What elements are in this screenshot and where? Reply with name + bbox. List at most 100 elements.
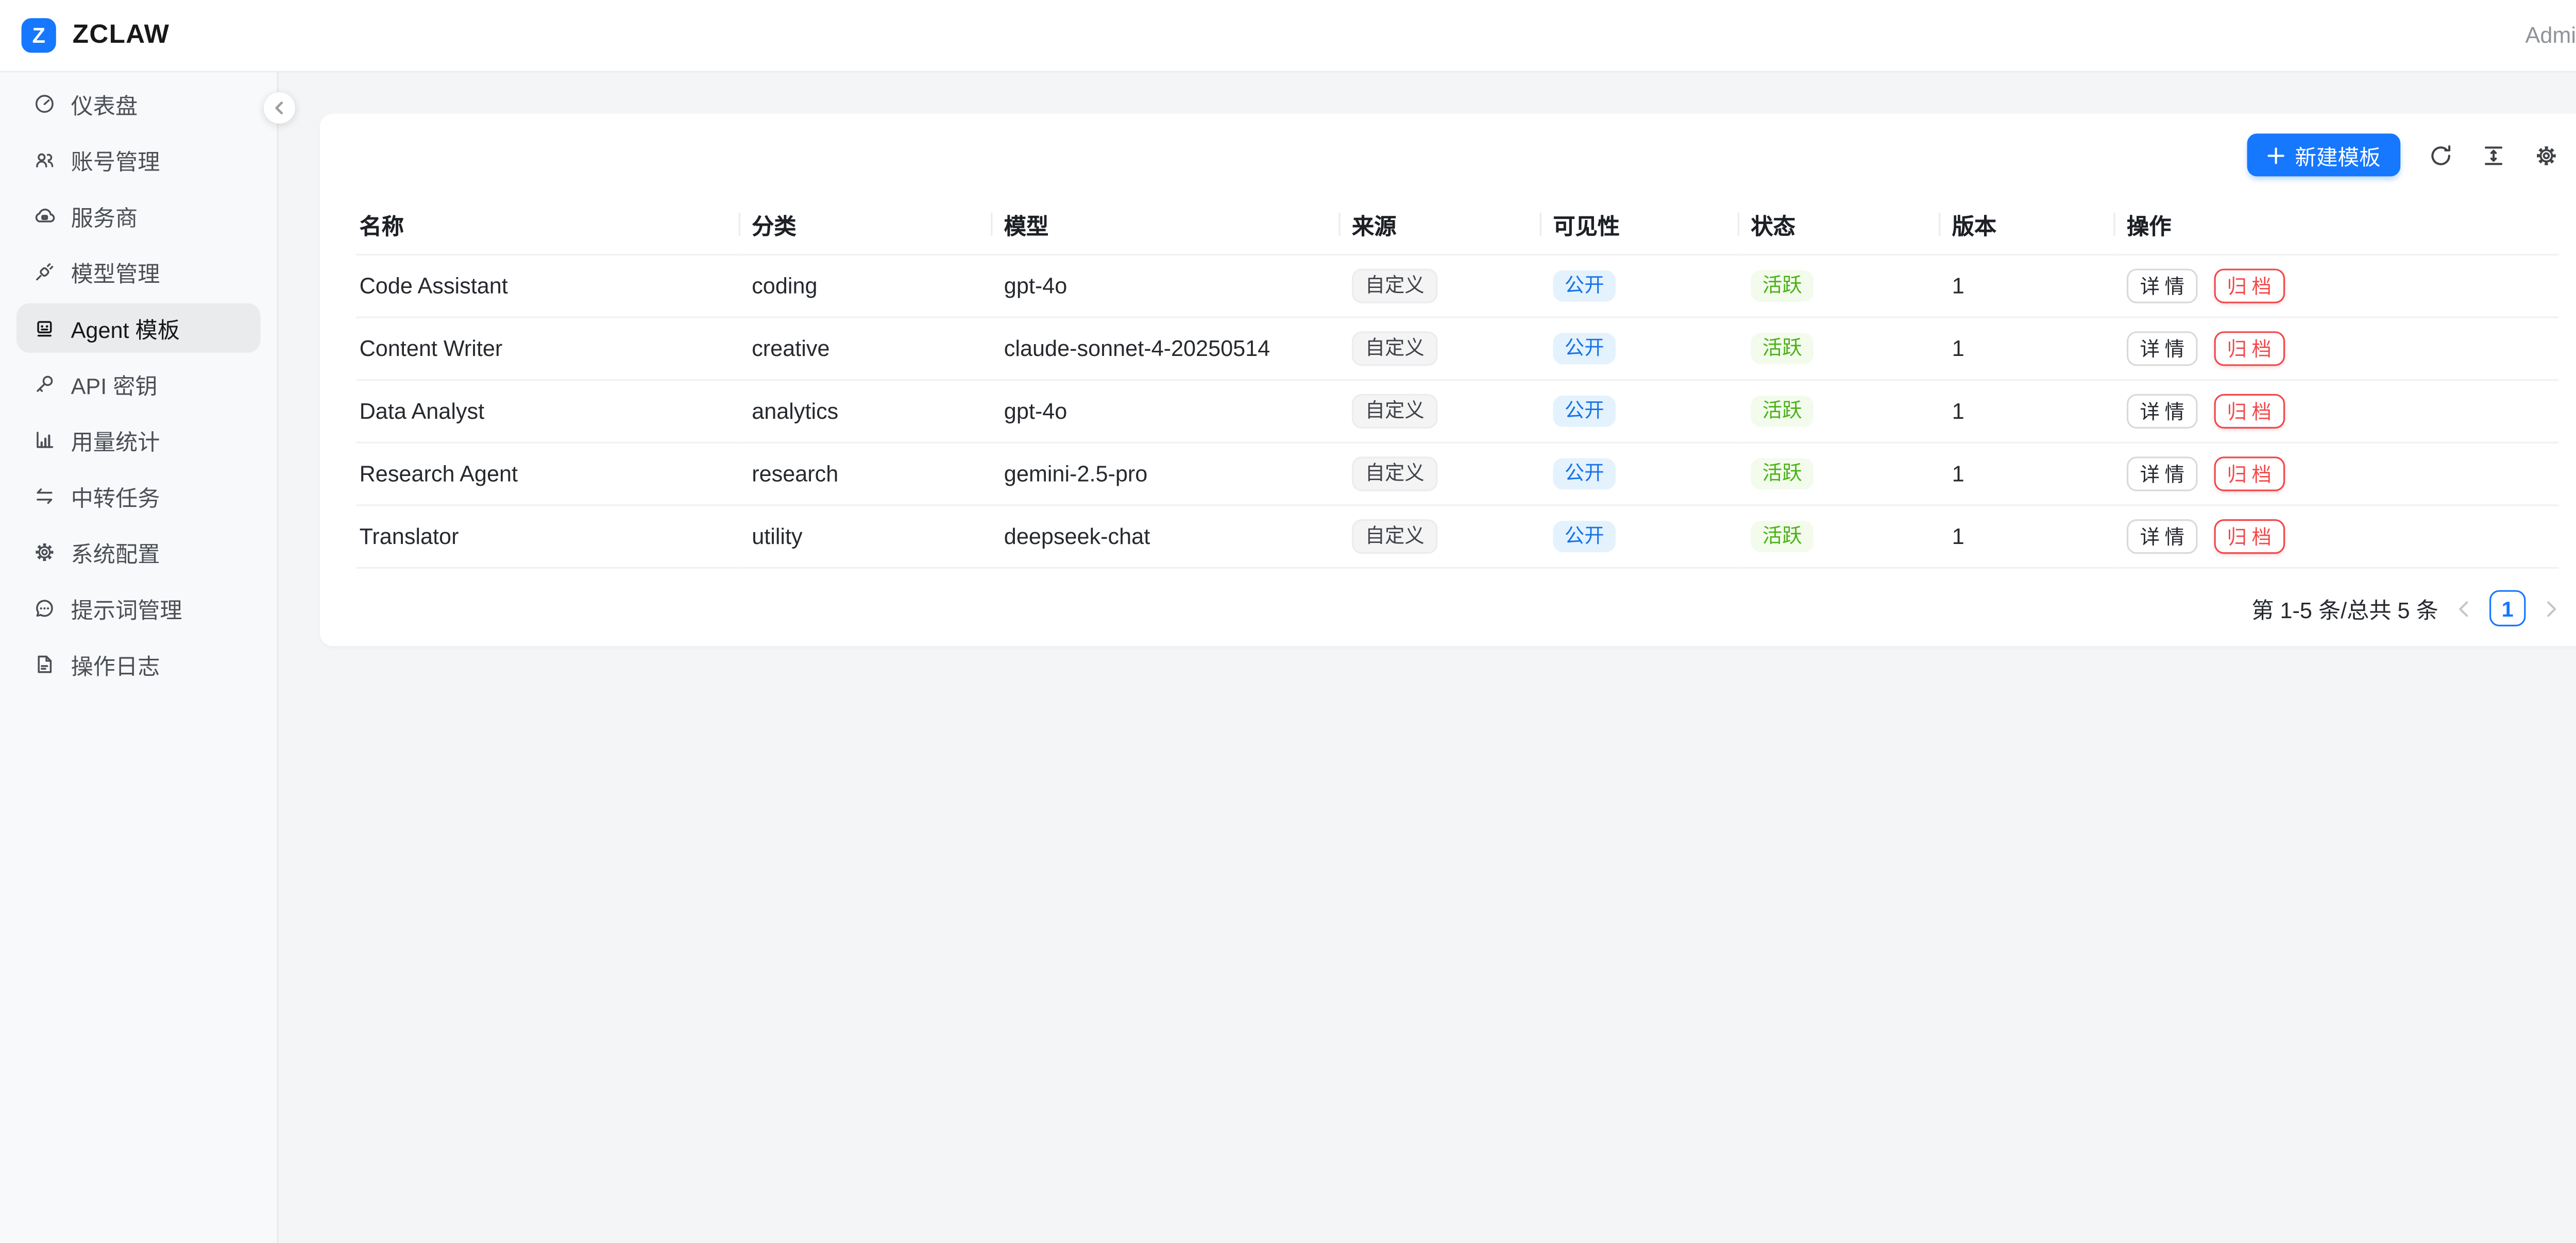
body: 仪表盘 账号管理 服务商 模型管理 Agent 模板 API 密钥	[0, 73, 2576, 1243]
sidebar-item-label: 中转任务	[71, 480, 160, 513]
settings-gear-icon[interactable]	[2534, 143, 2558, 167]
cell-version: 1	[1939, 442, 2113, 505]
status-badge: 活跃	[1751, 333, 1814, 364]
column-header-visibility: 可见性	[1540, 195, 1738, 255]
pagination-summary: 第 1-5 条/总共 5 条	[2251, 592, 2438, 625]
details-button[interactable]: 详情	[2127, 331, 2198, 366]
cell-model: gpt-4o	[991, 254, 1338, 317]
table-row: Content Writer creative claude-sonnet-4-…	[356, 317, 2558, 380]
plus-icon	[2267, 146, 2285, 164]
column-header-status: 状态	[1738, 195, 1939, 255]
column-header-source: 来源	[1338, 195, 1539, 255]
table-row: Data Analyst analytics gpt-4o 自定义 公开 活跃 …	[356, 380, 2558, 443]
dashboard-gauge-icon	[33, 92, 56, 115]
cell-model: gemini-2.5-pro	[991, 442, 1338, 505]
pagination-prev-icon[interactable]	[2456, 599, 2471, 617]
sidebar-nav: 仪表盘 账号管理 服务商 模型管理 Agent 模板 API 密钥	[0, 73, 279, 1243]
sidebar-item-usage-stats[interactable]: 用量统计	[16, 415, 261, 465]
sidebar-item-label: 系统配置	[71, 536, 160, 569]
source-badge: 自定义	[1352, 519, 1437, 554]
sidebar-item-prompts[interactable]: 提示词管理	[16, 584, 261, 633]
sidebar-item-accounts[interactable]: 账号管理	[16, 135, 261, 184]
archive-button[interactable]: 归档	[2214, 456, 2285, 491]
logo-letter: Z	[32, 23, 45, 48]
cell-version: 1	[1939, 505, 2113, 568]
source-badge: 自定义	[1352, 394, 1437, 429]
table-row: Research Agent research gemini-2.5-pro 自…	[356, 442, 2558, 505]
cell-version: 1	[1939, 254, 2113, 317]
app-window: Z ZCLAW Admin 仪表盘 账号管理 服务商 模型管	[0, 0, 2576, 1243]
message-bubble-icon	[33, 597, 56, 620]
sidebar-item-label: 操作日志	[71, 648, 160, 681]
refresh-icon[interactable]	[2429, 143, 2453, 167]
visibility-badge: 公开	[1553, 270, 1616, 301]
status-badge: 活跃	[1751, 458, 1814, 489]
key-icon	[33, 372, 56, 396]
sidebar-item-label: Agent 模板	[71, 312, 180, 345]
cell-model: claude-sonnet-4-20250514	[991, 317, 1338, 380]
details-button[interactable]: 详情	[2127, 456, 2198, 491]
visibility-badge: 公开	[1553, 458, 1616, 489]
user-menu[interactable]: Admin	[2526, 23, 2576, 48]
cell-name: Content Writer	[356, 317, 738, 380]
api-plug-icon	[33, 261, 56, 284]
source-badge: 自定义	[1352, 269, 1437, 303]
sidebar-item-label: 提示词管理	[71, 592, 182, 625]
table-toolbar: 新建模板	[356, 133, 2558, 176]
column-height-icon[interactable]	[2481, 143, 2506, 167]
sidebar-item-agent-templates[interactable]: Agent 模板	[16, 303, 261, 353]
details-button[interactable]: 详情	[2127, 519, 2198, 554]
archive-button[interactable]: 归档	[2214, 394, 2285, 429]
new-template-button[interactable]: 新建模板	[2247, 133, 2401, 176]
brand-logo-icon: Z	[22, 18, 56, 53]
pagination-page-1[interactable]: 1	[2489, 590, 2526, 626]
visibility-badge: 公开	[1553, 333, 1616, 364]
swap-arrows-icon	[33, 485, 56, 508]
details-button[interactable]: 详情	[2127, 269, 2198, 303]
cloud-server-icon	[33, 205, 56, 228]
sidebar-item-logs[interactable]: 操作日志	[16, 640, 261, 689]
sidebar-item-label: 用量统计	[71, 423, 160, 456]
cell-model: gpt-4o	[991, 380, 1338, 443]
gear-icon	[33, 541, 56, 564]
pagination-next-icon[interactable]	[2544, 599, 2559, 617]
sidebar-item-api-keys[interactable]: API 密钥	[16, 360, 261, 409]
column-header-version: 版本	[1939, 195, 2113, 255]
robot-face-icon	[33, 316, 56, 339]
sidebar-collapse-button[interactable]	[264, 92, 295, 124]
sidebar-item-models[interactable]: 模型管理	[16, 247, 261, 297]
column-header-category: 分类	[739, 195, 991, 255]
cell-version: 1	[1939, 317, 2113, 380]
sidebar-item-dashboard[interactable]: 仪表盘	[16, 79, 261, 129]
top-header: Z ZCLAW Admin	[0, 0, 2576, 73]
table-row: Translator utility deepseek-chat 自定义 公开 …	[356, 505, 2558, 568]
cell-category: utility	[739, 505, 991, 568]
sidebar-item-relay-tasks[interactable]: 中转任务	[16, 471, 261, 521]
sidebar-item-label: 仪表盘	[71, 88, 138, 121]
status-badge: 活跃	[1751, 521, 1814, 552]
cell-version: 1	[1939, 380, 2113, 443]
archive-button[interactable]: 归档	[2214, 269, 2285, 303]
brand-name: ZCLAW	[73, 21, 170, 50]
source-badge: 自定义	[1352, 332, 1437, 366]
cell-name: Translator	[356, 505, 738, 568]
archive-button[interactable]: 归档	[2214, 519, 2285, 554]
cell-model: deepseek-chat	[991, 505, 1338, 568]
cell-name: Data Analyst	[356, 380, 738, 443]
sidebar-item-providers[interactable]: 服务商	[16, 191, 261, 241]
file-text-icon	[33, 653, 56, 676]
sidebar-item-system-config[interactable]: 系统配置	[16, 527, 261, 577]
column-header-actions: 操作	[2113, 195, 2558, 255]
sidebar-item-label: 服务商	[71, 199, 138, 232]
new-template-label: 新建模板	[2295, 139, 2380, 171]
details-button[interactable]: 详情	[2127, 394, 2198, 429]
archive-button[interactable]: 归档	[2214, 331, 2285, 366]
cell-category: analytics	[739, 380, 991, 443]
team-users-icon	[33, 148, 56, 172]
chevron-left-icon	[272, 100, 287, 115]
sidebar-item-label: 账号管理	[71, 143, 160, 176]
main-content: 新建模板 名称 分类 模型	[279, 73, 2576, 1243]
visibility-badge: 公开	[1553, 396, 1616, 427]
cell-name: Code Assistant	[356, 254, 738, 317]
column-header-name: 名称	[356, 195, 738, 255]
